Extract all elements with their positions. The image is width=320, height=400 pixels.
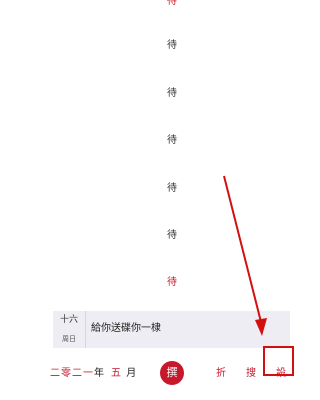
year-unit: 年 xyxy=(94,368,105,379)
entry-text: 給你送碟你一棣 xyxy=(91,323,161,334)
month-unit: 月 xyxy=(126,368,138,379)
pending-char[interactable]: 待 xyxy=(165,0,179,8)
fold-button[interactable]: 折 xyxy=(216,368,226,380)
search-button[interactable]: 搜 xyxy=(246,368,256,380)
pending-char[interactable]: 待 xyxy=(165,230,179,242)
month-value: 五 xyxy=(111,368,122,379)
year-value: 二零二一 xyxy=(50,368,94,379)
year-month-selector[interactable]: 二零二一年五 月 xyxy=(50,368,137,380)
pending-char[interactable]: 待 xyxy=(165,40,179,52)
entry-weekday: 周日 xyxy=(62,335,76,343)
diary-entry-row[interactable]: 十六 周日 給你送碟你一棣 xyxy=(53,311,290,348)
calendar-column: 待 待 待 待 待 待 待 xyxy=(0,0,316,300)
write-button[interactable]: 撰 xyxy=(160,361,184,385)
annotation-highlight-box xyxy=(263,346,294,376)
pending-char[interactable]: 待 xyxy=(165,277,179,289)
pending-char[interactable]: 待 xyxy=(165,183,179,195)
pending-char[interactable]: 待 xyxy=(165,88,179,100)
pending-char[interactable]: 待 xyxy=(165,135,179,147)
entry-date: 十六 周日 xyxy=(53,311,86,348)
entry-day: 十六 xyxy=(59,315,78,325)
